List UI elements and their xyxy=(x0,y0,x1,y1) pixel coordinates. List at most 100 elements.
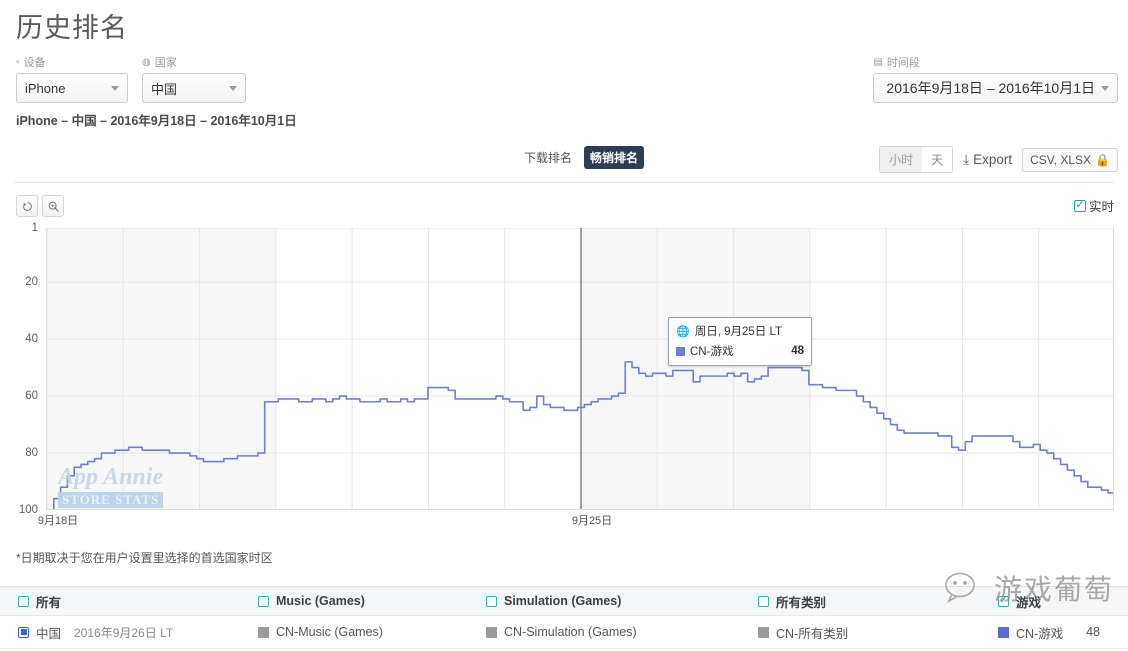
chevron-down-icon xyxy=(229,85,237,91)
series-color-swatch xyxy=(486,626,497,638)
reset-zoom-button[interactable] xyxy=(16,195,38,217)
legend-header-item[interactable]: Simulation (Games) xyxy=(486,594,758,608)
country-filter: ◍ 国家 中国 xyxy=(142,54,246,103)
page-title: 历史排名 xyxy=(16,13,128,43)
y-tick-label: 40 xyxy=(25,333,38,346)
chart-svg xyxy=(47,228,1113,509)
chevron-down-icon xyxy=(111,85,119,91)
legend-header-label: Music (Games) xyxy=(276,594,365,608)
lock-icon: 🔒 xyxy=(1095,152,1110,167)
checkbox-icon[interactable] xyxy=(486,595,497,607)
device-label-text: 设备 xyxy=(23,57,46,69)
granularity-hour[interactable]: 小时 xyxy=(880,147,923,172)
country-filter-label: ◍ 国家 xyxy=(142,54,246,70)
series-color-swatch xyxy=(676,346,685,356)
legend-header-item[interactable]: 游戏 xyxy=(998,592,1128,611)
reset-icon xyxy=(22,201,32,211)
legend-series-label: CN-所有类别 xyxy=(776,626,849,641)
date-range-label-text: 时间段 xyxy=(886,57,920,69)
y-tick-label: 60 xyxy=(25,390,38,403)
granularity-day[interactable]: 天 xyxy=(922,147,953,172)
legend-series-cell[interactable]: CN-Simulation (Games) xyxy=(486,625,758,639)
checkbox-icon[interactable] xyxy=(758,595,769,607)
tab-grossing-rank[interactable]: 畅销排名 xyxy=(584,146,645,169)
export-format-value: CSV, XLSX xyxy=(1030,152,1092,167)
legend-data-row: 中国 2016年9月26日 LT CN-Music (Games) CN-Simula… xyxy=(0,616,1128,649)
rank-type-tabs: 下载排名 畅销排名 xyxy=(518,146,645,169)
legend-series-label: CN-Simulation (Games) xyxy=(504,625,637,639)
legend-series-cell[interactable]: CN-游戏 48 xyxy=(998,623,1128,642)
magnifier-icon xyxy=(48,201,59,212)
x-tick-label: 9月25日 xyxy=(571,515,613,527)
tooltip-value: 48 xyxy=(791,345,804,357)
checkbox-icon[interactable] xyxy=(258,595,269,607)
country-label-text: 国家 xyxy=(154,57,177,69)
realtime-label: 实时 xyxy=(1088,200,1114,214)
chart-tooltip: 🌐 周日, 9月25日 LT CN-游戏 48 xyxy=(668,317,812,366)
device-filter-label: ▫ 设备 xyxy=(16,54,128,70)
legend-header-row: 所有 Music (Games) Simulation (Games) 所有类别 游戏 xyxy=(0,586,1128,616)
zoom-button[interactable] xyxy=(42,195,64,217)
legend-header-label: 游戏 xyxy=(1016,595,1042,610)
toolbar-right: 小时 天 ⤓ Export CSV, XLSX 🔒 xyxy=(879,146,1118,173)
export-label: Export xyxy=(973,152,1013,167)
y-tick-label: 80 xyxy=(25,447,38,460)
realtime-toggle[interactable]: 实时 xyxy=(1073,196,1114,215)
device-icon: ▫ xyxy=(16,56,20,68)
legend-header-label: Simulation (Games) xyxy=(504,594,622,608)
series-color-swatch xyxy=(758,626,769,638)
calendar-icon: ▤ xyxy=(873,56,883,68)
y-tick-label: 20 xyxy=(25,276,38,289)
series-color-swatch xyxy=(998,626,1009,638)
legend-timestamp: 2016年9月26日 LT xyxy=(74,625,174,640)
legend-header-label: 所有类别 xyxy=(776,595,827,610)
filters: ▫ 设备 iPhone ◍ 国家 中国 xyxy=(16,54,246,103)
globe-icon: ◍ xyxy=(142,56,151,68)
country-select-value: 中国 xyxy=(151,81,178,97)
breadcrumb: iPhone – 中国 – 2016年9月18日 – 2016年10月1日 xyxy=(16,114,297,128)
legend-header-item[interactable]: 所有类别 xyxy=(758,592,998,611)
device-filter: ▫ 设备 iPhone xyxy=(16,54,128,103)
date-range-picker[interactable]: 2016年9月18日 – 2016年10月1日 xyxy=(873,73,1118,103)
legend-header-label: 所有 xyxy=(36,595,62,610)
legend-series-label: CN-游戏 xyxy=(1016,626,1064,641)
date-range-label: ▤ 时间段 xyxy=(873,54,919,70)
country-select[interactable]: 中国 xyxy=(142,73,246,103)
checkbox-icon[interactable] xyxy=(18,595,29,607)
legend-header-item[interactable]: Music (Games) xyxy=(252,594,486,608)
globe-icon: 🌐 xyxy=(676,325,690,338)
device-select[interactable]: iPhone xyxy=(16,73,128,103)
tab-free-rank[interactable]: 下载排名 xyxy=(518,146,578,169)
granularity-toggle: 小时 天 xyxy=(879,146,954,173)
checkbox-checked-icon[interactable] xyxy=(998,595,1009,607)
series-color-swatch xyxy=(258,626,269,638)
realtime-checkbox[interactable] xyxy=(1073,199,1086,212)
tooltip-series-row: CN-游戏 48 xyxy=(676,343,804,359)
tooltip-date: 周日, 9月25日 LT xyxy=(694,326,783,338)
legend-country-cell[interactable]: 中国 2016年9月26日 LT xyxy=(0,623,252,642)
chart-toolbar: 下载排名 畅销排名 小时 天 ⤓ Export CSV, XLSX 🔒 xyxy=(0,146,1128,180)
tooltip-header: 🌐 周日, 9月25日 LT xyxy=(676,323,804,339)
rank-history-chart: 1 20 40 60 80 100 9月18日 9月25日 xyxy=(0,218,1128,538)
device-select-value: iPhone xyxy=(25,80,66,96)
legend-series-label: CN-Music (Games) xyxy=(276,625,383,639)
legend-series-cell[interactable]: CN-所有类别 xyxy=(758,623,998,642)
toolbar-divider xyxy=(14,182,1114,183)
export-button[interactable]: ⤓ Export xyxy=(963,152,1012,168)
export-format-select[interactable]: CSV, XLSX 🔒 xyxy=(1022,147,1118,172)
chart-footnote: *日期取决于您在用户设置里选择的首选国家时区 xyxy=(16,551,273,565)
y-tick-label: 1 xyxy=(31,222,38,234)
radio-selected-icon[interactable] xyxy=(18,626,29,638)
x-axis-labels: 9月18日 9月25日 xyxy=(0,512,1128,532)
legend-series-cell[interactable]: CN-Music (Games) xyxy=(252,625,486,639)
date-range-value: 2016年9月18日 – 2016年10月1日 xyxy=(886,80,1095,96)
chart-plot-area[interactable] xyxy=(46,228,1114,510)
download-icon: ⤓ xyxy=(963,151,970,167)
y-axis-labels: 1 20 40 60 80 100 xyxy=(0,218,42,516)
tooltip-series-name: CN-游戏 xyxy=(690,346,734,358)
legend-series-value: 48 xyxy=(1086,625,1100,639)
date-range-filter: ▤ 时间段 2016年9月18日 – 2016年10月1日 xyxy=(873,54,1118,103)
legend-header-item[interactable]: 所有 xyxy=(0,592,252,611)
chevron-down-icon xyxy=(1101,85,1109,91)
chart-controls xyxy=(16,195,64,217)
